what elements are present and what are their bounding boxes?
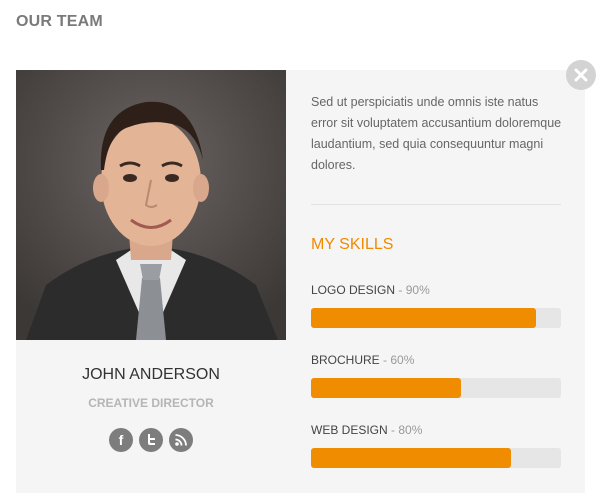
skills-title: MY SKILLS (311, 236, 394, 253)
skill-progress-track (311, 448, 561, 468)
social-links: f (16, 428, 286, 452)
skill-progress-fill (311, 378, 461, 398)
skill-progress-fill (311, 308, 536, 328)
skill-label: BROCHURE - 60% (311, 353, 561, 369)
divider (311, 204, 561, 205)
skill-logo-design: LOGO DESIGN - 90% (311, 283, 561, 328)
skill-progress-track (311, 308, 561, 328)
skill-name: WEB DESIGN (311, 423, 388, 437)
skill-brochure: BROCHURE - 60% (311, 353, 561, 398)
twitter-icon[interactable] (139, 428, 163, 452)
close-button[interactable] (566, 60, 596, 90)
skill-percent: - 80% (391, 423, 423, 437)
member-photo (16, 70, 286, 340)
close-icon (574, 68, 588, 82)
skill-name: BROCHURE (311, 353, 380, 367)
skill-label: LOGO DESIGN - 90% (311, 283, 561, 299)
skill-web-design: WEB DESIGN - 80% (311, 423, 561, 468)
skill-progress-fill (311, 448, 511, 468)
section-title: OUR TEAM (16, 13, 103, 30)
rss-icon[interactable] (169, 428, 193, 452)
skill-progress-track (311, 378, 561, 398)
member-role: CREATIVE DIRECTOR (88, 396, 214, 410)
member-bio: Sed ut perspiciatis unde omnis iste natu… (311, 95, 562, 172)
skill-percent: - 60% (383, 353, 415, 367)
member-name: JOHN ANDERSON (82, 366, 220, 383)
facebook-icon[interactable]: f (109, 428, 133, 452)
team-member-card: JOHN ANDERSON CREATIVE DIRECTOR f Sed ut… (16, 70, 585, 493)
skill-name: LOGO DESIGN (311, 283, 396, 297)
skill-label: WEB DESIGN - 80% (311, 423, 561, 439)
skill-percent: - 90% (398, 283, 430, 297)
